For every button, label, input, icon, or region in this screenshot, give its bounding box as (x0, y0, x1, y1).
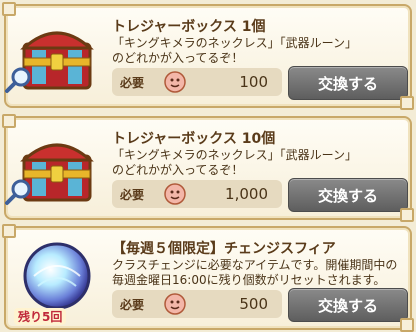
magnifier-icon[interactable] (4, 66, 32, 94)
exchange-item-treasure-box-1: トレジャーボックス 1個 「キングキメラのネックレス」「武器ルーン」 のどれかが… (2, 2, 414, 110)
item-description: クラスチェンジに必要なアイテムです。開催期間中の 毎週金曜日16:00に残り個数… (112, 258, 398, 287)
required-label: 必要 (120, 298, 145, 312)
cost-amount: 500 (239, 295, 268, 313)
cost-amount: 100 (239, 73, 268, 91)
coin-medal-icon (164, 71, 186, 93)
cost-box: 必要 500 (112, 290, 282, 318)
cost-box: 必要 1,000 (112, 180, 282, 208)
exchange-button[interactable]: 交換する (288, 288, 408, 322)
item-title: 【毎週５個限定】チェンジスフィア (112, 241, 336, 257)
required-label: 必要 (120, 188, 145, 202)
remaining-count-badge: 残り5回 (14, 308, 67, 325)
item-title: トレジャーボックス 10個 (112, 131, 276, 147)
coin-medal-icon (164, 183, 186, 205)
exchange-item-treasure-box-10: トレジャーボックス 10個 「キングキメラのネックレス」「武器ルーン」 のどれか… (2, 114, 414, 222)
coin-medal-icon (164, 293, 186, 315)
cost-box: 必要 100 (112, 68, 282, 96)
exchange-item-change-sphere: 残り5回 【毎週５個限定】チェンジスフィア クラスチェンジに必要なアイテムです。… (2, 224, 414, 332)
required-label: 必要 (120, 76, 145, 90)
exchange-button[interactable]: 交換する (288, 178, 408, 212)
magnifier-icon[interactable] (4, 178, 32, 206)
item-title: トレジャーボックス 1個 (112, 19, 266, 35)
exchange-button[interactable]: 交換する (288, 66, 408, 100)
item-description: 「キングキメラのネックレス」「武器ルーン」 のどれかが入ってるぞ！ (112, 36, 358, 65)
item-description: 「キングキメラのネックレス」「武器ルーン」 のどれかが入ってるぞ！ (112, 148, 358, 177)
cost-amount: 1,000 (225, 185, 268, 203)
